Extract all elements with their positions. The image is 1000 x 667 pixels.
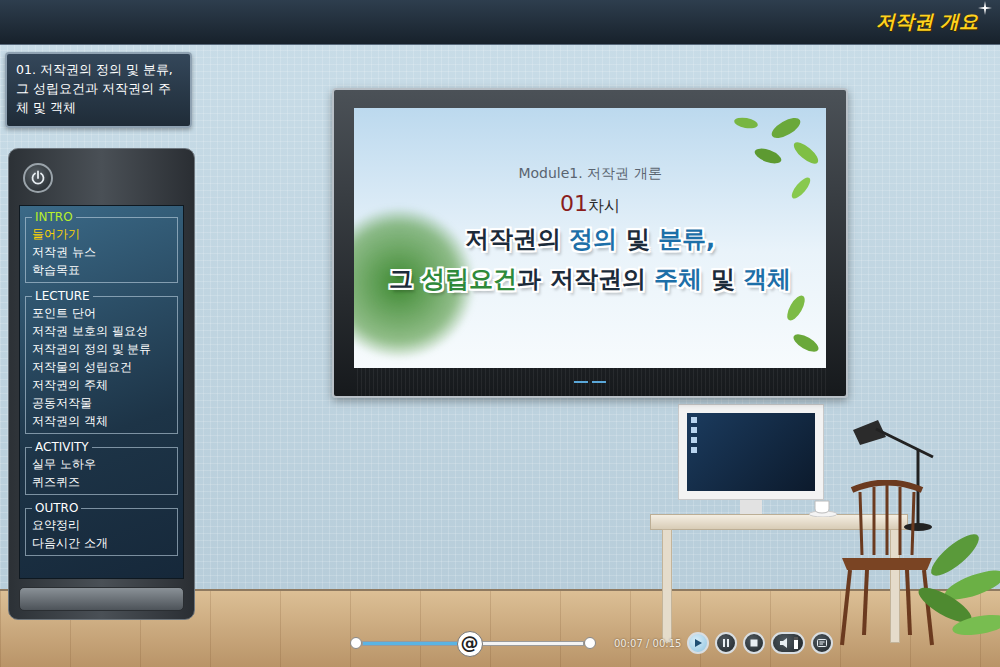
monitor-stand bbox=[740, 500, 762, 514]
session-label: 01차시 bbox=[560, 191, 620, 219]
menu-group: ACTIVITY실무 노하우퀴즈퀴즈 bbox=[25, 440, 178, 495]
menu-item[interactable]: 저작권의 정의 및 분류 bbox=[32, 340, 171, 358]
lesson-title-box: 01. 저작권의 정의 및 분류, 그 성립요건과 저작권의 주체 및 객체 bbox=[5, 52, 192, 128]
course-title: 저작권 개요 bbox=[876, 9, 978, 35]
menu-group: OUTRO요약정리다음시간 소개 bbox=[25, 501, 178, 556]
speaker-icon bbox=[779, 638, 791, 648]
module-label: Module1. 저작권 개론 bbox=[518, 163, 661, 183]
sparkle-icon bbox=[978, 1, 992, 15]
menu-item[interactable]: 다음시간 소개 bbox=[32, 534, 171, 552]
menu-group-heading: LECTURE bbox=[32, 289, 93, 304]
tv-speaker bbox=[354, 368, 826, 396]
chair-icon bbox=[832, 480, 942, 650]
menu-item[interactable]: 실무 노하우 bbox=[32, 455, 171, 473]
panel-foot bbox=[19, 587, 184, 611]
menu-list: INTRO들어가기저작권 뉴스학습목표LECTURE포인트 단어저작권 보호의 … bbox=[19, 205, 184, 579]
stop-button[interactable] bbox=[743, 632, 765, 654]
volume-button[interactable] bbox=[771, 632, 805, 654]
pause-icon bbox=[721, 638, 731, 648]
top-bar: 저작권 개요 bbox=[0, 0, 1000, 45]
volume-meter[interactable] bbox=[794, 637, 798, 649]
power-button[interactable] bbox=[23, 163, 53, 193]
menu-item[interactable]: 저작물의 성립요건 bbox=[32, 358, 171, 376]
play-button[interactable] bbox=[687, 632, 709, 654]
pause-button[interactable] bbox=[715, 632, 737, 654]
screen-content: Module1. 저작권 개론 01차시저작권의 정의 및 분류,그 성립요건과 … bbox=[354, 108, 826, 299]
play-icon bbox=[693, 638, 703, 648]
desk-monitor bbox=[678, 404, 824, 500]
player-window: 저작권 개요 01. 저작권의 정의 및 분류, 그 성립요건과 저작권의 주체… bbox=[0, 0, 1000, 667]
cup-icon bbox=[808, 497, 838, 517]
menu-group: LECTURE포인트 단어저작권 보호의 필요성저작권의 정의 및 분류저작물의… bbox=[25, 289, 178, 434]
lesson-screen: Module1. 저작권 개론 01차시저작권의 정의 및 분류,그 성립요건과 … bbox=[354, 108, 826, 368]
menu-item[interactable]: 요약정리 bbox=[32, 516, 171, 534]
stop-icon bbox=[749, 638, 759, 648]
seek-bar[interactable]: @ bbox=[350, 637, 596, 649]
menu-item[interactable]: 저작권의 객체 bbox=[32, 412, 171, 430]
lesson-heading: 저작권의 정의 및 분류, bbox=[465, 219, 715, 259]
desk-leg bbox=[662, 529, 672, 643]
seek-track[interactable]: @ bbox=[362, 641, 584, 646]
lesson-heading: 그 성립요건과 저작권의 주체 및 객체 bbox=[389, 259, 791, 299]
menu-item[interactable]: 퀴즈퀴즈 bbox=[32, 473, 171, 491]
menu-panel: INTRO들어가기저작권 뉴스학습목표LECTURE포인트 단어저작권 보호의 … bbox=[8, 148, 195, 620]
caption-button[interactable] bbox=[811, 632, 833, 654]
stage: Module1. 저작권 개론 01차시저작권의 정의 및 분류,그 성립요건과 … bbox=[200, 45, 1000, 667]
seek-knob[interactable]: @ bbox=[457, 631, 483, 657]
menu-item[interactable]: 저작권 보호의 필요성 bbox=[32, 322, 171, 340]
lesson-title: 01. 저작권의 정의 및 분류, 그 성립요건과 저작권의 주체 및 객체 bbox=[16, 60, 181, 117]
time-display: 00:07 / 00:15 bbox=[614, 638, 681, 649]
player-controls: @00:07 / 00:15 bbox=[350, 629, 1000, 657]
tv-frame: Module1. 저작권 개론 01차시저작권의 정의 및 분류,그 성립요건과 … bbox=[332, 88, 848, 398]
left-column: 01. 저작권의 정의 및 분류, 그 성립요건과 저작권의 주체 및 객체 IN… bbox=[0, 45, 200, 667]
menu-group: INTRO들어가기저작권 뉴스학습목표 bbox=[25, 210, 178, 283]
menu-item[interactable]: 저작권 뉴스 bbox=[32, 243, 171, 261]
menu-item[interactable]: 공동저작물 bbox=[32, 394, 171, 412]
power-icon bbox=[30, 170, 46, 186]
caption-icon bbox=[817, 638, 827, 648]
leaves-icon bbox=[766, 288, 826, 368]
menu-item[interactable]: 들어가기 bbox=[32, 225, 171, 243]
plant-icon bbox=[915, 515, 1000, 665]
menu-item[interactable]: 포인트 단어 bbox=[32, 304, 171, 322]
lamp-icon bbox=[838, 415, 948, 535]
desk bbox=[650, 514, 908, 530]
menu-item[interactable]: 저작권의 주체 bbox=[32, 376, 171, 394]
menu-item[interactable]: 학습목표 bbox=[32, 261, 171, 279]
leaves-icon bbox=[706, 108, 826, 218]
menu-group-heading: INTRO bbox=[32, 210, 76, 225]
menu-group-heading: ACTIVITY bbox=[32, 440, 92, 455]
menu-group-heading: OUTRO bbox=[32, 501, 81, 516]
